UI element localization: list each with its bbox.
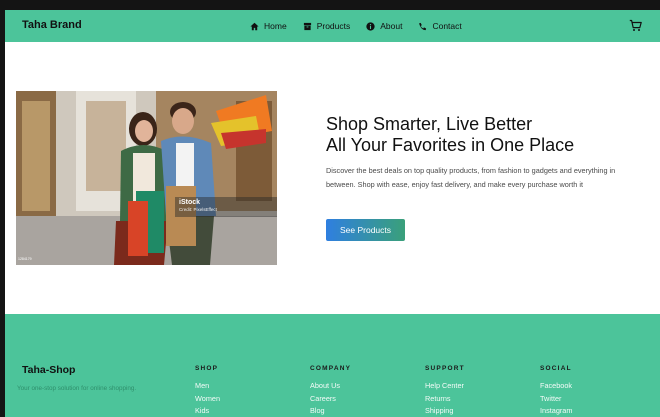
hero-headline-line2: All Your Favorites in One Place — [326, 135, 575, 155]
nav-links: Home Products About Contact — [250, 10, 462, 42]
nav-about-label: About — [380, 21, 403, 31]
nav-products-label: Products — [316, 21, 351, 31]
navbar: Taha Brand Home Products About Contact — [5, 10, 660, 42]
footer-link-blog[interactable]: Blog — [310, 405, 351, 417]
image-id: 1284179 — [18, 257, 32, 261]
cart-icon — [629, 19, 642, 32]
nav-home-label: Home — [264, 21, 287, 31]
nav-home[interactable]: Home — [250, 21, 287, 31]
footer-link-shipping[interactable]: Shipping — [425, 405, 465, 417]
footer-link-facebook[interactable]: Facebook — [540, 380, 572, 393]
watermark-name: iStock — [179, 199, 201, 206]
phone-icon — [418, 22, 427, 31]
footer-link-men[interactable]: Men — [195, 380, 220, 393]
footer-link-women[interactable]: Women — [195, 393, 220, 406]
footer-link-twitter[interactable]: Twitter — [540, 393, 572, 406]
footer-link-about-us[interactable]: About Us — [310, 380, 351, 393]
page-frame: Taha Brand Home Products About Contact i… — [5, 10, 660, 417]
image-watermark: iStock Credit: PixelsEffect — [175, 197, 277, 217]
info-icon — [366, 21, 375, 31]
hero-headline-line1: Shop Smarter, Live Better — [326, 114, 533, 134]
see-products-button[interactable]: See Products — [326, 219, 405, 241]
footer-tagline: Your one-stop solution for online shoppi… — [17, 385, 137, 392]
footer-column-company: COMPANY About Us Careers Blog — [310, 365, 351, 417]
footer: Taha-Shop Your one-stop solution for onl… — [5, 314, 660, 417]
footer-link-kids[interactable]: Kids — [195, 405, 220, 417]
footer-link-careers[interactable]: Careers — [310, 393, 351, 406]
footer-column-support: SUPPORT Help Center Returns Shipping — [425, 365, 465, 417]
footer-link-help-center[interactable]: Help Center — [425, 380, 465, 393]
hero-description: Discover the best deals on top quality p… — [326, 166, 616, 189]
nav-about[interactable]: About — [366, 21, 402, 31]
watermark-credit: Credit: PixelsEffect — [179, 207, 217, 212]
nav-products[interactable]: Products — [303, 21, 351, 31]
footer-link-returns[interactable]: Returns — [425, 393, 465, 406]
nav-contact[interactable]: Contact — [418, 21, 462, 31]
footer-heading: SOCIAL — [540, 365, 572, 372]
footer-link-instagram[interactable]: Instagram — [540, 405, 572, 417]
hero-headline: Shop Smarter, Live Better All Your Favor… — [326, 114, 646, 156]
brand-logo[interactable]: Taha Brand — [22, 19, 82, 31]
footer-column-shop: SHOP Men Women Kids — [195, 365, 220, 417]
footer-brand: Taha-Shop — [22, 364, 76, 376]
hero-image: iStock Credit: PixelsEffect 1284179 — [16, 91, 277, 265]
footer-column-social: SOCIAL Facebook Twitter Instagram — [540, 365, 572, 417]
cart-button[interactable] — [629, 19, 642, 32]
footer-heading: SUPPORT — [425, 365, 465, 372]
home-icon — [250, 22, 259, 31]
box-icon — [303, 22, 312, 31]
footer-heading: SHOP — [195, 365, 219, 372]
nav-contact-label: Contact — [432, 21, 462, 31]
footer-heading: COMPANY — [310, 365, 352, 372]
